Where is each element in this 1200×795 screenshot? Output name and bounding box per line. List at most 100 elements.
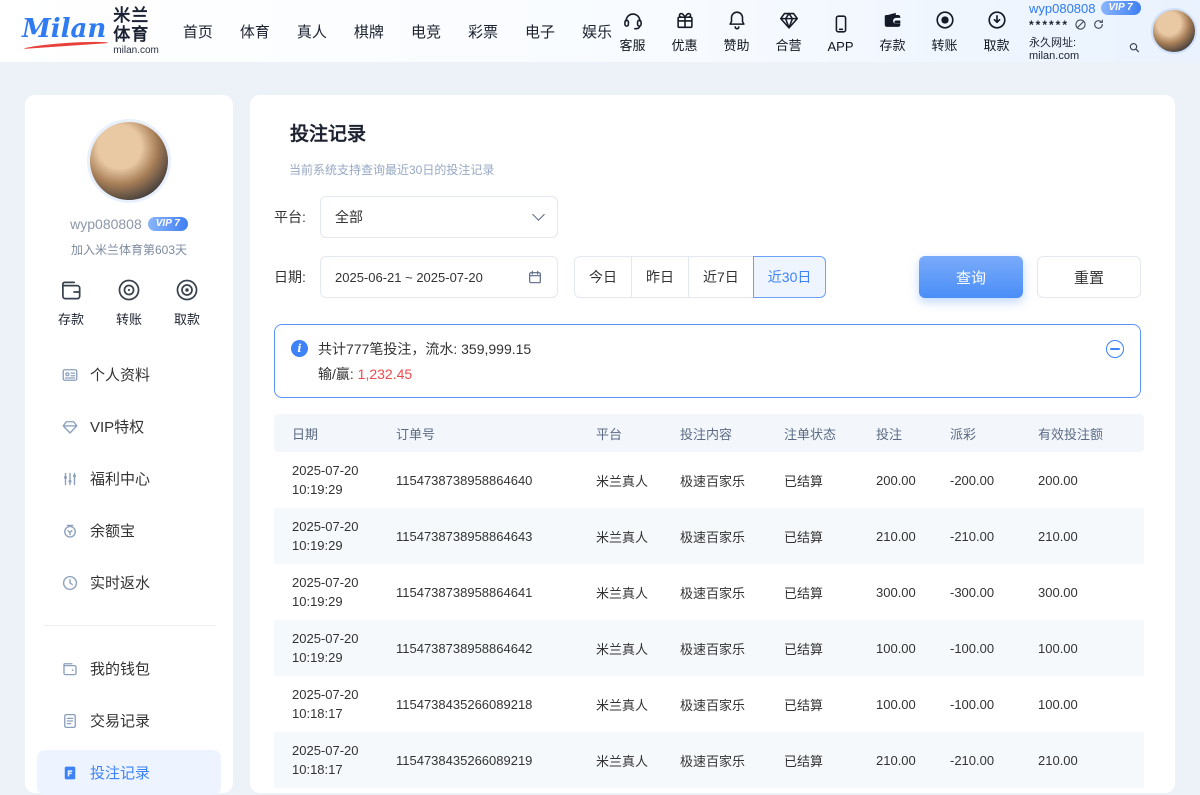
quick-link-support[interactable]: 客服 (612, 9, 653, 54)
sidebar-menu: 个人资料 VIP特权 福利中心 余额宝 (37, 352, 221, 795)
sidebar-item-welfare[interactable]: 福利中心 (37, 456, 221, 501)
magnifier-icon[interactable] (1128, 41, 1141, 54)
cell-bet-content: 极速百家乐 (670, 452, 774, 508)
platform-label: 平台: (274, 207, 320, 227)
reset-button[interactable]: 重置 (1037, 256, 1141, 298)
table-header-cell: 投注 (866, 414, 940, 452)
sidebar-item-wallet[interactable]: 我的钱包 (37, 646, 221, 691)
cell-bet-amount: 200.00 (866, 452, 940, 508)
sidebar-action-label: 取款 (174, 309, 200, 328)
sidebar-item-label: 余额宝 (90, 520, 135, 541)
table-row: 2025-07-20 10:18:17 1154738435266089218 … (274, 676, 1144, 732)
cell-status: 已结算 (774, 452, 866, 508)
nav-item[interactable]: 首页 (183, 21, 213, 42)
sidebar-item-label: 福利中心 (90, 468, 150, 489)
eye-off-icon[interactable] (1074, 18, 1087, 31)
transactions-doc-icon (61, 712, 79, 730)
table-row: 2025-07-20 10:19:29 1154738738958864643 … (274, 508, 1144, 564)
table-header-cell: 派彩 (940, 414, 1028, 452)
nav-item[interactable]: 电竞 (411, 21, 441, 42)
range-button-30days[interactable]: 近30日 (753, 256, 827, 298)
piggy-bank-icon (61, 522, 79, 540)
quick-link-label: APP (827, 39, 853, 54)
quick-link-withdraw[interactable]: 取款 (976, 9, 1017, 54)
cell-platform: 米兰真人 (586, 508, 670, 564)
cell-time: 10:19:29 (292, 594, 376, 609)
sidebar-item-label: 实时返水 (90, 572, 150, 593)
welfare-bars-icon (61, 470, 79, 488)
cell-order-no: 1154738435266089218 (386, 676, 586, 732)
wallet-outline-icon (58, 277, 84, 303)
main-nav: 首页 体育 真人 棋牌 电竞 彩票 电子 娱乐 (183, 21, 612, 42)
winloss-label: 输/赢: (318, 366, 358, 382)
cell-datetime: 2025-07-20 10:19:29 (274, 620, 386, 676)
sidebar-action-withdraw[interactable]: 取款 (174, 277, 200, 328)
sidebar-item-label: 我的钱包 (90, 658, 150, 679)
cell-valid-bet: 210.00 (1028, 508, 1144, 564)
date-filter-row: 日期: 2025-06-21 ~ 2025-07-20 今日 昨日 近7日 近3… (272, 256, 1141, 298)
cell-datetime: 2025-07-20 10:18:17 (274, 676, 386, 732)
quick-link-label: 赞助 (723, 35, 749, 54)
table-header-cell: 有效投注额 (1028, 414, 1144, 452)
summary-line2: 输/赢: 1,232.45 (318, 362, 1106, 387)
sidebar-item-profile-info[interactable]: 个人资料 (37, 352, 221, 397)
sidebar-item-transactions[interactable]: 交易记录 (37, 698, 221, 743)
refresh-icon[interactable] (1092, 18, 1105, 31)
quick-range-group: 今日 昨日 近7日 近30日 (574, 256, 826, 298)
diamond-icon (778, 9, 800, 32)
username[interactable]: wyp080808 (1029, 1, 1096, 16)
quick-link-deposit[interactable]: 存款 (872, 9, 913, 54)
range-button-yesterday[interactable]: 昨日 (631, 256, 689, 298)
table-header-cell: 订单号 (386, 414, 586, 452)
cell-valid-bet: 200.00 (1028, 452, 1144, 508)
range-button-7days[interactable]: 近7日 (688, 256, 754, 298)
query-button[interactable]: 查询 (919, 256, 1023, 298)
cell-date: 2025-07-20 (292, 519, 376, 534)
header-quick-links: 客服 优惠 赞助 合营 APP (612, 9, 1017, 54)
cell-bet-amount: 210.00 (866, 732, 940, 788)
nav-item[interactable]: 电子 (525, 21, 555, 42)
page-title: 投注记录 (290, 119, 1141, 146)
sidebar-action-transfer[interactable]: 转账 (116, 277, 142, 328)
summary-line1: 共计777笔投注，流水: 359,999.15 (318, 337, 1106, 362)
cell-valid-bet: 100.00 (1028, 620, 1144, 676)
quick-link-label: 合营 (775, 35, 801, 54)
cell-bet-amount: 210.00 (866, 508, 940, 564)
platform-select[interactable]: 全部 (320, 196, 558, 238)
avatar[interactable] (1151, 8, 1197, 54)
table-header-cell: 投注内容 (670, 414, 774, 452)
quick-link-transfer[interactable]: 转账 (924, 9, 965, 54)
bet-records-doc-icon (61, 764, 79, 782)
site-logo[interactable]: Milan 米兰体育 milan.com (22, 6, 159, 57)
cell-date: 2025-07-20 (292, 631, 376, 646)
nav-item[interactable]: 娱乐 (582, 21, 612, 42)
sidebar-item-bet-records[interactable]: 投注记录 (37, 750, 221, 795)
quick-link-app[interactable]: APP (820, 9, 861, 54)
cell-payout: -300.00 (940, 564, 1028, 620)
cell-payout: -100.00 (940, 676, 1028, 732)
vip-badge: VIP 7 (1101, 1, 1141, 15)
nav-item[interactable]: 体育 (240, 21, 270, 42)
cell-order-no: 1154738738958864640 (386, 452, 586, 508)
nav-item[interactable]: 棋牌 (354, 21, 384, 42)
range-button-today[interactable]: 今日 (574, 256, 632, 298)
sidebar-item-rebate[interactable]: 实时返水 (37, 560, 221, 605)
quick-link-partner[interactable]: 合营 (768, 9, 809, 54)
sidebar-action-label: 存款 (58, 309, 84, 328)
sidebar-item-vip[interactable]: VIP特权 (37, 404, 221, 449)
nav-item[interactable]: 真人 (297, 21, 327, 42)
nav-item[interactable]: 彩票 (468, 21, 498, 42)
sidebar-item-yuebao[interactable]: 余额宝 (37, 508, 221, 553)
collapse-icon[interactable] (1106, 340, 1124, 358)
cell-bet-amount: 100.00 (866, 676, 940, 732)
table-row: 2025-07-20 10:18:17 1154738435266089219 … (274, 732, 1144, 788)
table-row: 2025-07-20 10:19:29 1154738738958864641 … (274, 564, 1144, 620)
table-row: 2025-07-20 10:19:29 1154738738958864640 … (274, 452, 1144, 508)
sidebar-item-label: VIP特权 (90, 416, 144, 437)
quick-link-promotions[interactable]: 优惠 (664, 9, 705, 54)
profile-avatar[interactable] (87, 119, 171, 203)
date-range-input[interactable]: 2025-06-21 ~ 2025-07-20 (320, 256, 558, 298)
cell-datetime: 2025-07-20 10:19:29 (274, 452, 386, 508)
sidebar-action-deposit[interactable]: 存款 (58, 277, 84, 328)
quick-link-sponsor[interactable]: 赞助 (716, 9, 757, 54)
